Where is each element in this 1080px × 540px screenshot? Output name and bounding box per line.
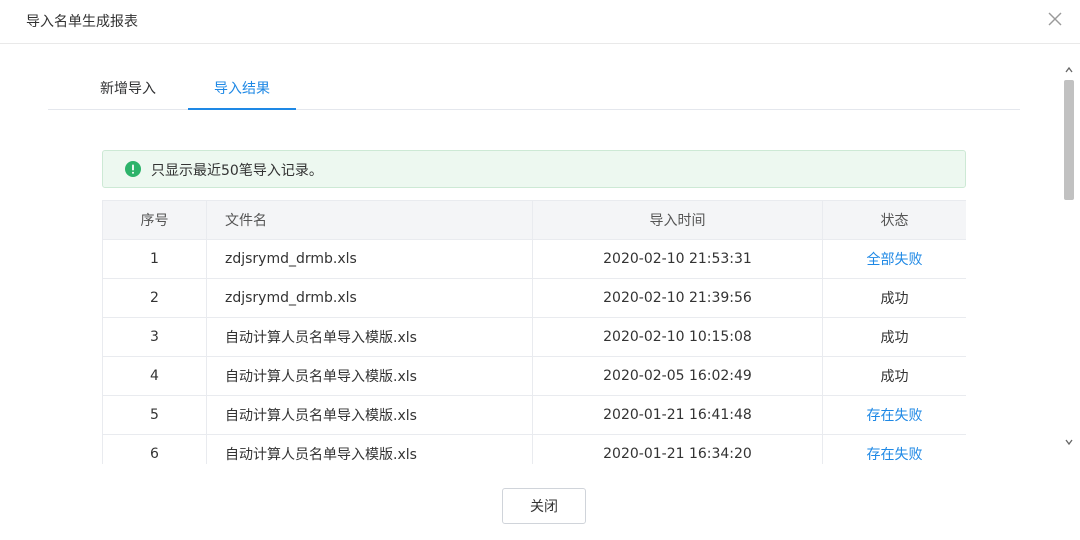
row-status-link[interactable]: 存在失败 [867, 447, 923, 463]
table-header-row: 序号 文件名 导入时间 状态 [102, 200, 966, 240]
tab-new-import[interactable]: 新增导入 [76, 72, 180, 109]
row-import-time: 2020-02-05 16:02:49 [532, 356, 823, 396]
row-filename: zdjsrymd_drmb.xls [206, 278, 533, 318]
row-filename: zdjsrymd_drmb.xls [206, 239, 533, 279]
row-filename: 自动计算人员名单导入模版.xls [206, 395, 533, 435]
row-index: 1 [102, 239, 207, 279]
row-status-link[interactable]: 存在失败 [867, 408, 923, 424]
row-index: 6 [102, 434, 207, 464]
table-row: 5 自动计算人员名单导入模版.xls 2020-01-21 16:41:48 存… [102, 395, 966, 435]
row-index: 2 [102, 278, 207, 318]
row-index: 5 [102, 395, 207, 435]
row-filename: 自动计算人员名单导入模版.xls [206, 317, 533, 357]
row-filename: 自动计算人员名单导入模版.xls [206, 434, 533, 464]
row-import-time: 2020-02-10 21:53:31 [532, 239, 823, 279]
row-status: 成功 [880, 369, 909, 385]
row-import-time: 2020-02-10 21:39:56 [532, 278, 823, 318]
close-button[interactable]: 关闭 [502, 488, 586, 524]
row-index: 4 [102, 356, 207, 396]
dialog-title: 导入名单生成报表 [26, 14, 138, 30]
scroll-thumb[interactable] [1064, 80, 1074, 200]
table-row: 3 自动计算人员名单导入模版.xls 2020-02-10 10:15:08 成… [102, 317, 966, 357]
row-status-link[interactable]: 全部失败 [867, 252, 923, 268]
table-row: 4 自动计算人员名单导入模版.xls 2020-02-05 16:02:49 成… [102, 356, 966, 396]
vertical-scrollbar[interactable] [1062, 56, 1076, 446]
row-status: 成功 [880, 291, 909, 307]
scroll-down-arrow-icon[interactable] [1064, 432, 1074, 446]
tab-import-result[interactable]: 导入结果 [188, 72, 296, 110]
column-header-import-time: 导入时间 [532, 200, 823, 240]
column-header-index: 序号 [102, 200, 207, 240]
alert-text: 只显示最近50笔导入记录。 [151, 163, 323, 179]
info-alert: 只显示最近50笔导入记录。 [102, 150, 966, 188]
close-icon[interactable] [1044, 8, 1066, 30]
info-circle-icon [125, 161, 141, 177]
table-row: 1 zdjsrymd_drmb.xls 2020-02-10 21:53:31 … [102, 239, 966, 279]
import-result-table: 序号 文件名 导入时间 状态 1 zdjsrymd_drmb.xls 2020-… [102, 200, 966, 464]
table-row: 6 自动计算人员名单导入模版.xls 2020-01-21 16:34:20 存… [102, 434, 966, 464]
dialog-header: 导入名单生成报表 [0, 0, 1080, 44]
tab-bar: 新增导入 导入结果 [48, 72, 1020, 110]
table-row: 2 zdjsrymd_drmb.xls 2020-02-10 21:39:56 … [102, 278, 966, 318]
row-import-time: 2020-01-21 16:34:20 [532, 434, 823, 464]
column-header-status: 状态 [822, 200, 966, 240]
row-status: 成功 [880, 330, 909, 346]
column-header-filename: 文件名 [206, 200, 533, 240]
row-import-time: 2020-02-10 10:15:08 [532, 317, 823, 357]
import-report-dialog: 导入名单生成报表 新增导入 导入结果 只显示最近50笔导入记录。 序号 文件名 … [0, 0, 1080, 540]
row-index: 3 [102, 317, 207, 357]
row-import-time: 2020-01-21 16:41:48 [532, 395, 823, 435]
row-filename: 自动计算人员名单导入模版.xls [206, 356, 533, 396]
scroll-up-arrow-icon[interactable] [1064, 60, 1074, 73]
